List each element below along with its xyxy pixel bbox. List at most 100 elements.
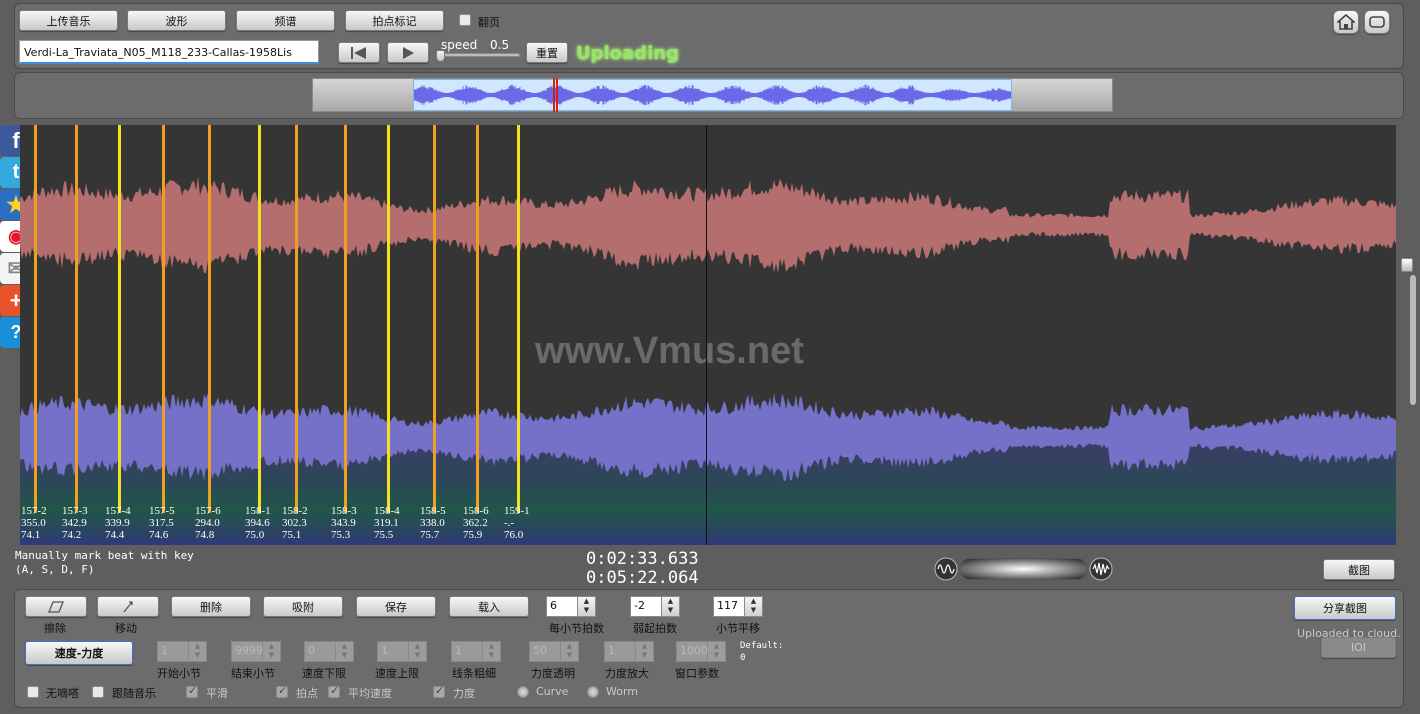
twitter-icon: t bbox=[12, 161, 20, 183]
speed-slider[interactable] bbox=[440, 53, 520, 57]
line-width-stepper[interactable]: 1 ▲ ▼ bbox=[451, 641, 501, 662]
dynamics-zoom-arrows[interactable]: ▲ ▼ bbox=[636, 641, 654, 662]
overview-window[interactable] bbox=[413, 79, 1012, 111]
bar-offset-stepper[interactable]: 117 ▲ ▼ bbox=[713, 596, 763, 617]
page-turn-checkbox[interactable] bbox=[459, 14, 471, 26]
curve-radio[interactable] bbox=[517, 686, 529, 698]
waveform-zoom-control[interactable] bbox=[934, 556, 1113, 582]
beat-label: 157-4 bbox=[105, 505, 131, 517]
pickup-stepper[interactable]: -2 ▲ ▼ bbox=[630, 596, 680, 617]
follow-music-checkbox[interactable] bbox=[92, 686, 104, 698]
beat-line[interactable] bbox=[295, 125, 298, 513]
beat-label: 159-1 bbox=[504, 505, 530, 517]
tempo-dynamics-button[interactable]: 速度-力度 bbox=[25, 641, 133, 665]
bar-offset-arrows[interactable]: ▲ ▼ bbox=[745, 596, 763, 617]
waveform-view[interactable]: www.Vmus.net 157-2 355.0 74.1 157-3 342.9 74.… bbox=[20, 125, 1396, 545]
snap-button[interactable]: 吸附 bbox=[263, 596, 343, 617]
dynamics-zoom-stepper[interactable]: 1 ▲ ▼ bbox=[604, 641, 654, 662]
no-metronome-checkbox[interactable] bbox=[27, 686, 39, 698]
beat-label: 158-4 bbox=[374, 505, 400, 517]
beats-per-bar-stepper[interactable]: 6 ▲ ▼ bbox=[546, 596, 596, 617]
beat-checkbox[interactable] bbox=[276, 684, 288, 698]
load-button[interactable]: 载入 bbox=[449, 596, 529, 617]
tempo-min-stepper[interactable]: 0 ▲ ▼ bbox=[304, 641, 354, 662]
facebook-icon: f bbox=[12, 127, 20, 153]
dynamics-checkbox[interactable] bbox=[433, 684, 445, 698]
tempo-min-label: 速度下限 bbox=[302, 667, 346, 680]
beats-per-bar-arrows[interactable]: ▲ ▼ bbox=[578, 596, 596, 617]
delete-button[interactable]: 删除 bbox=[171, 596, 251, 617]
skip-start-button[interactable] bbox=[338, 42, 380, 63]
worm-radio[interactable] bbox=[587, 686, 599, 698]
beat-line[interactable] bbox=[517, 125, 520, 513]
home-button[interactable] bbox=[1333, 10, 1359, 34]
tempo-max-input[interactable]: 1 bbox=[377, 641, 409, 662]
beat-tempo: 302.3 bbox=[282, 517, 307, 529]
beat-line[interactable] bbox=[75, 125, 78, 513]
beat-line[interactable] bbox=[162, 125, 165, 513]
start-bar-stepper[interactable]: 1 ▲ ▼ bbox=[157, 641, 207, 662]
beat-line[interactable] bbox=[476, 125, 479, 513]
window-param-input[interactable]: 1000 bbox=[676, 641, 708, 662]
ioi-button[interactable]: IOI bbox=[1321, 637, 1396, 658]
cursor-line[interactable] bbox=[706, 125, 707, 545]
upload-music-button[interactable]: 上传音乐 bbox=[19, 10, 118, 31]
overview-playhead[interactable] bbox=[553, 78, 558, 112]
dynamics-opacity-arrows[interactable]: ▲ ▼ bbox=[561, 641, 579, 662]
spectrum-button[interactable]: 频谱 bbox=[236, 10, 335, 31]
erase-button[interactable] bbox=[25, 596, 87, 617]
beat-line[interactable] bbox=[433, 125, 436, 513]
start-bar-arrows[interactable]: ▲ ▼ bbox=[189, 641, 207, 662]
smooth-checkbox[interactable] bbox=[186, 684, 198, 698]
spectral-envelope bbox=[20, 393, 1396, 482]
beat-line[interactable] bbox=[344, 125, 347, 513]
beat-tempo: 362.2 bbox=[463, 517, 488, 529]
tempo-min-input[interactable]: 0 bbox=[304, 641, 336, 662]
beat-line[interactable] bbox=[118, 125, 121, 513]
file-name-field[interactable]: Verdi-La_Traviata_N05_M118_233-Callas-19… bbox=[19, 40, 319, 64]
pickup-arrows[interactable]: ▲ ▼ bbox=[662, 596, 680, 617]
window-param-arrows[interactable]: ▲ ▼ bbox=[708, 641, 726, 662]
beat-line[interactable] bbox=[258, 125, 261, 513]
window-param-stepper[interactable]: 1000 ▲ ▼ bbox=[676, 641, 726, 662]
move-button[interactable] bbox=[97, 596, 159, 617]
beat-label: 158-2 bbox=[282, 505, 308, 517]
erase-label: 擦除 bbox=[44, 622, 66, 635]
reset-button[interactable]: 重置 bbox=[526, 42, 568, 63]
pickup-input[interactable]: -2 bbox=[630, 596, 662, 617]
beat-line[interactable] bbox=[387, 125, 390, 513]
scroll-track[interactable] bbox=[1410, 275, 1416, 405]
waveform-button[interactable]: 波形 bbox=[127, 10, 226, 31]
screenshot-button[interactable]: 截图 bbox=[1323, 559, 1395, 580]
line-width-input[interactable]: 1 bbox=[451, 641, 483, 662]
scroll-handle[interactable] bbox=[1401, 258, 1413, 272]
tempo-max-arrows[interactable]: ▲ ▼ bbox=[409, 641, 427, 662]
zoom-slider[interactable] bbox=[959, 558, 1088, 580]
dynamics-zoom-input[interactable]: 1 bbox=[604, 641, 636, 662]
tempo-max-stepper[interactable]: 1 ▲ ▼ bbox=[377, 641, 427, 662]
beat-tempo: 355.0 bbox=[21, 517, 46, 529]
beat-line[interactable] bbox=[208, 125, 211, 513]
line-width-arrows[interactable]: ▲ ▼ bbox=[483, 641, 501, 662]
end-bar-arrows[interactable]: ▲ ▼ bbox=[263, 641, 281, 662]
start-bar-input[interactable]: 1 bbox=[157, 641, 189, 662]
share-screenshot-button[interactable]: 分享截图 bbox=[1294, 596, 1396, 620]
worm-label: Worm bbox=[606, 685, 639, 698]
beat-mark-button[interactable]: 拍点标记 bbox=[345, 10, 444, 31]
dynamics-opacity-stepper[interactable]: 50 ▲ ▼ bbox=[529, 641, 579, 662]
avg-tempo-checkbox[interactable] bbox=[328, 684, 340, 698]
end-bar-input[interactable]: 9999 bbox=[231, 641, 263, 662]
beats-per-bar-input[interactable]: 6 bbox=[546, 596, 578, 617]
window-button[interactable] bbox=[1364, 10, 1390, 34]
beat-label: 拍点 bbox=[296, 687, 318, 700]
end-bar-stepper[interactable]: 9999 ▲ ▼ bbox=[231, 641, 281, 662]
bar-offset-input[interactable]: 117 bbox=[713, 596, 745, 617]
save-button[interactable]: 保存 bbox=[356, 596, 436, 617]
eraser-icon bbox=[48, 600, 64, 613]
play-button[interactable] bbox=[387, 42, 429, 63]
no-metronome-label: 无嘀嗒 bbox=[46, 687, 79, 700]
tempo-min-arrows[interactable]: ▲ ▼ bbox=[336, 641, 354, 662]
beat-line[interactable] bbox=[34, 125, 37, 513]
speed-slider-handle[interactable] bbox=[436, 50, 445, 62]
dynamics-opacity-input[interactable]: 50 bbox=[529, 641, 561, 662]
